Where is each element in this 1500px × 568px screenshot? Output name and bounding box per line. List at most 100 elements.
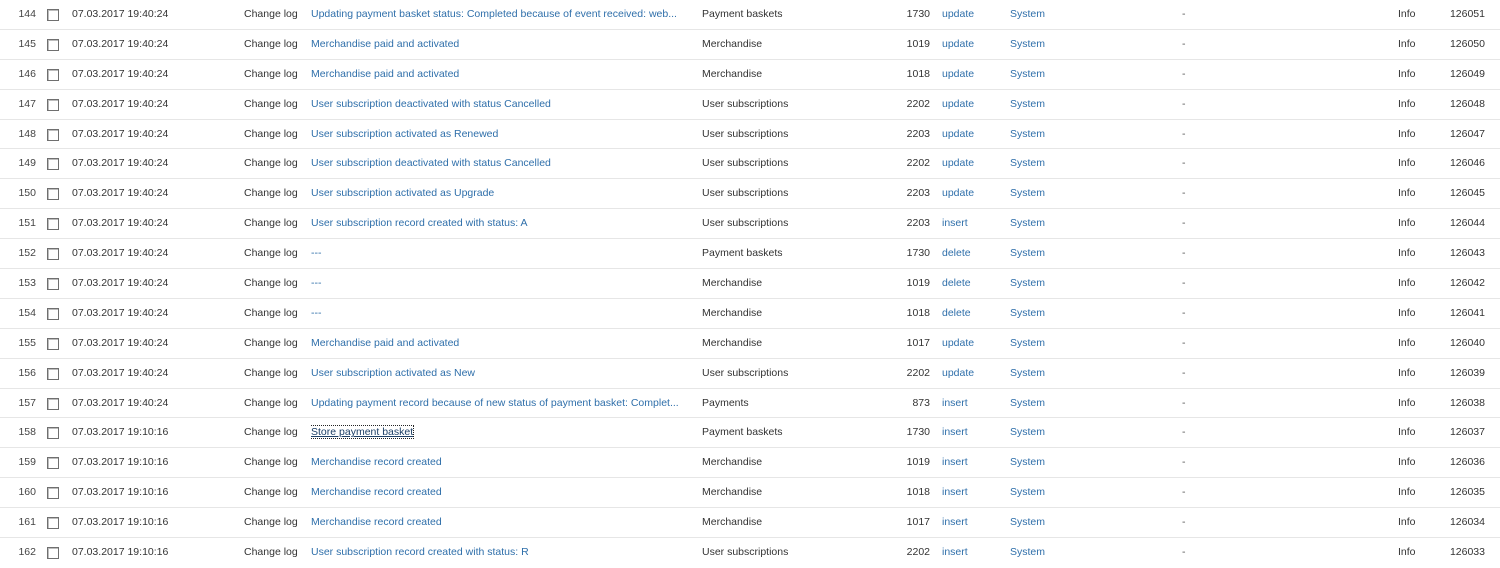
action-link[interactable]: update	[942, 149, 1002, 178]
user-link[interactable]: System	[1010, 90, 1090, 119]
log-message-text[interactable]: User subscription deactivated with statu…	[311, 157, 551, 169]
action-link[interactable]: insert	[942, 538, 1002, 567]
action-link[interactable]: insert	[942, 418, 1002, 447]
row-checkbox[interactable]	[47, 547, 59, 560]
row-checkbox[interactable]	[47, 278, 59, 291]
user-link[interactable]: System	[1010, 269, 1090, 298]
user-link[interactable]: System	[1010, 179, 1090, 208]
log-message-text[interactable]: User subscription deactivated with statu…	[311, 98, 551, 110]
log-message-text[interactable]: User subscription activated as Renewed	[311, 128, 498, 140]
log-message-text[interactable]: Merchandise record created	[311, 486, 442, 498]
row-checkbox[interactable]	[47, 9, 59, 21]
action-link[interactable]: update	[942, 120, 1002, 149]
log-message-text[interactable]: Merchandise paid and activated	[311, 68, 459, 80]
action-link[interactable]: update	[942, 90, 1002, 119]
row-checkbox[interactable]	[47, 457, 59, 470]
log-message-link[interactable]: ---	[311, 239, 691, 268]
log-message-text[interactable]: User subscription record created with st…	[311, 217, 528, 229]
log-message-text[interactable]: Updating payment basket status: Complete…	[311, 8, 677, 20]
row-checkbox[interactable]	[47, 248, 59, 261]
user-link[interactable]: System	[1010, 329, 1090, 358]
log-message-link[interactable]: Merchandise paid and activated	[311, 30, 691, 59]
log-message-text[interactable]: Merchandise record created	[311, 456, 442, 468]
log-date: 07.03.2017 19:40:24	[72, 97, 169, 110]
log-message-link[interactable]: Merchandise record created	[311, 478, 691, 507]
user-link[interactable]: System	[1010, 30, 1090, 59]
row-checkbox[interactable]	[47, 158, 59, 171]
action-link[interactable]: insert	[942, 389, 1002, 418]
action-link[interactable]: update	[942, 329, 1002, 358]
log-message-link[interactable]: User subscription activated as Renewed	[311, 120, 691, 149]
log-message-link[interactable]: Merchandise paid and activated	[311, 60, 691, 89]
user-link[interactable]: System	[1010, 60, 1090, 89]
action-link[interactable]: insert	[942, 478, 1002, 507]
log-message-text[interactable]: Merchandise record created	[311, 516, 442, 528]
log-message-text[interactable]: User subscription activated as New	[311, 367, 475, 379]
log-message-link[interactable]: Merchandise record created	[311, 508, 691, 537]
action-link[interactable]: update	[942, 359, 1002, 388]
user-link[interactable]: System	[1010, 448, 1090, 477]
row-checkbox[interactable]	[47, 128, 59, 141]
log-message-text[interactable]: User subscription record created with st…	[311, 546, 529, 558]
user-link[interactable]: System	[1010, 478, 1090, 507]
log-message-text[interactable]: User subscription activated as Upgrade	[311, 187, 494, 199]
log-message-link[interactable]: Merchandise record created	[311, 448, 691, 477]
action-link[interactable]: update	[942, 60, 1002, 89]
log-message-link[interactable]: User subscription deactivated with statu…	[311, 149, 691, 178]
user-link[interactable]: System	[1010, 418, 1090, 447]
log-message-text[interactable]: ---	[311, 307, 322, 319]
log-message-link[interactable]: ---	[311, 269, 691, 298]
log-message-link[interactable]: Updating payment record because of new s…	[311, 389, 691, 418]
user-link[interactable]: System	[1010, 389, 1090, 418]
action-link[interactable]: update	[942, 30, 1002, 59]
action-link[interactable]: delete	[942, 299, 1002, 328]
user-link[interactable]: System	[1010, 299, 1090, 328]
log-message-text[interactable]: Store payment basket	[311, 425, 415, 440]
row-checkbox[interactable]	[47, 517, 59, 530]
log-message-link[interactable]: Store payment basket	[311, 418, 691, 447]
action-link[interactable]: delete	[942, 239, 1002, 268]
user-link[interactable]: System	[1010, 538, 1090, 567]
log-message-text[interactable]: Merchandise paid and activated	[311, 38, 459, 50]
log-message-text[interactable]: ---	[311, 277, 322, 289]
user-link[interactable]: System	[1010, 120, 1090, 149]
log-message-link[interactable]: User subscription record created with st…	[311, 209, 691, 238]
log-message-link[interactable]: User subscription deactivated with statu…	[311, 90, 691, 119]
row-checkbox[interactable]	[47, 98, 59, 111]
action-link[interactable]: insert	[942, 209, 1002, 238]
log-message-link[interactable]: Updating payment basket status: Complete…	[311, 0, 691, 29]
user-link[interactable]: System	[1010, 359, 1090, 388]
row-checkbox[interactable]	[47, 337, 59, 350]
log-message-text[interactable]: ---	[311, 247, 322, 259]
action-link[interactable]: update	[942, 179, 1002, 208]
action-link[interactable]: insert	[942, 508, 1002, 537]
log-message-link[interactable]: User subscription record created with st…	[311, 538, 691, 567]
record-id: 126051	[1449, 8, 1485, 20]
row-checkbox[interactable]	[47, 307, 59, 320]
row-checkbox[interactable]	[47, 367, 59, 380]
log-message-link[interactable]: User subscription activated as Upgrade	[311, 179, 691, 208]
row-checkbox[interactable]	[47, 68, 59, 81]
row-checkbox[interactable]	[47, 487, 59, 500]
row-checkbox[interactable]	[47, 397, 59, 410]
user-link[interactable]: System	[1010, 209, 1090, 238]
user-link[interactable]: System	[1010, 149, 1090, 178]
table-row: 161 07.03.2017 19:10:16 Change log Merchand…	[0, 508, 1500, 539]
log-message-text[interactable]: Merchandise paid and activated	[311, 337, 459, 349]
action-link[interactable]: update	[942, 0, 1002, 29]
log-message-text[interactable]: Updating payment record because of new s…	[311, 397, 679, 409]
user-link[interactable]: System	[1010, 239, 1090, 268]
row-checkbox[interactable]	[47, 38, 59, 51]
log-message-link[interactable]: User subscription activated as New	[311, 359, 691, 388]
action-link[interactable]: insert	[942, 448, 1002, 477]
ip-placeholder: -	[1182, 366, 1186, 379]
log-type: Change log	[244, 217, 298, 230]
user-link[interactable]: System	[1010, 0, 1090, 29]
log-message-link[interactable]: ---	[311, 299, 691, 328]
log-message-link[interactable]: Merchandise paid and activated	[311, 329, 691, 358]
row-checkbox[interactable]	[47, 427, 59, 440]
row-checkbox[interactable]	[47, 218, 59, 231]
action-link[interactable]: delete	[942, 269, 1002, 298]
user-link[interactable]: System	[1010, 508, 1090, 537]
row-checkbox[interactable]	[47, 188, 59, 201]
